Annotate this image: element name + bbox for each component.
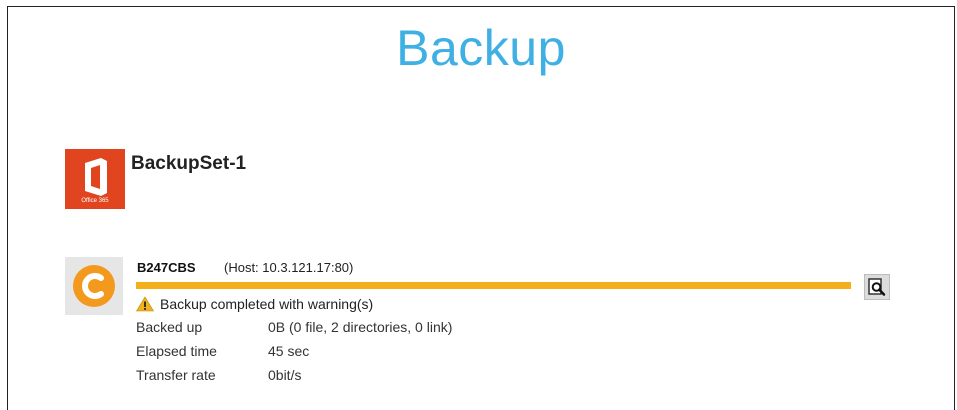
stat-value: 45 sec: [268, 343, 310, 359]
backup-progress-bar: [136, 282, 851, 289]
status-text: Backup completed with warning(s): [160, 296, 374, 312]
stat-value: 0B (0 file, 2 directories, 0 link): [268, 319, 453, 335]
cbs-destination-icon: [65, 257, 123, 315]
destination-host: (Host: 10.3.121.17:80): [224, 260, 354, 275]
office-365-caption: Office 365: [81, 198, 109, 204]
stat-label: Backed up: [136, 319, 203, 335]
stat-label: Transfer rate: [136, 367, 216, 383]
backup-window: Backup Office 365 BackupSet-1 B247CBS (H…: [7, 6, 955, 410]
warning-icon: [136, 296, 154, 312]
view-log-button[interactable]: [864, 274, 890, 300]
stat-backed-up: Backed up 0B (0 file, 2 directories, 0 li…: [136, 319, 452, 335]
backup-status: Backup completed with warning(s): [136, 295, 373, 313]
office-365-icon: Office 365: [65, 149, 125, 209]
stat-value: 0bit/s: [268, 367, 302, 383]
stat-elapsed-time: Elapsed time 45 sec: [136, 343, 309, 359]
page-title: Backup: [396, 20, 566, 76]
progress-fill: [136, 282, 851, 289]
stat-label: Elapsed time: [136, 343, 217, 359]
destination-name: B247CBS: [137, 260, 196, 275]
magnifier-report-icon: [868, 278, 886, 296]
backup-set-name: BackupSet-1: [131, 153, 247, 174]
stat-transfer-rate: Transfer rate 0bit/s: [136, 367, 301, 383]
